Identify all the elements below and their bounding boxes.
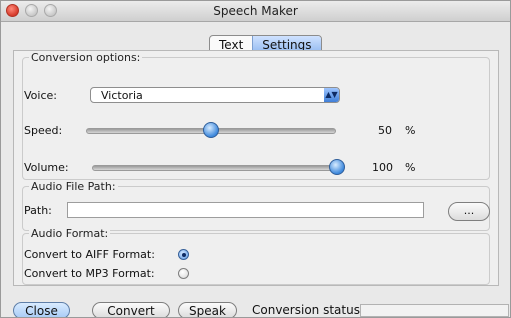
- speed-label: Speed:: [24, 124, 63, 137]
- chevron-up-down-icon: ▲▼: [324, 88, 339, 102]
- volume-unit: %: [405, 161, 416, 174]
- conversion-options-label: Conversion options:: [29, 51, 143, 64]
- convert-button[interactable]: Convert: [92, 302, 170, 317]
- aiff-format-radio[interactable]: [178, 249, 189, 260]
- settings-panel: Conversion options: Voice: Victoria ▲▼ S…: [13, 50, 499, 286]
- volume-slider-thumb[interactable]: [329, 159, 345, 175]
- conversion-status-label: Conversion status:: [252, 303, 365, 317]
- speed-value: 50: [378, 124, 392, 137]
- path-input[interactable]: [67, 202, 424, 218]
- voice-select-value: Victoria: [101, 89, 143, 102]
- browse-button[interactable]: ...: [448, 202, 490, 221]
- path-label: Path:: [24, 204, 52, 217]
- close-button[interactable]: Close: [13, 302, 70, 317]
- mp3-format-label: Convert to MP3 Format:: [24, 267, 155, 280]
- speed-slider-thumb[interactable]: [203, 122, 219, 138]
- conversion-status-bar: [360, 304, 509, 317]
- voice-label: Voice:: [24, 89, 57, 102]
- audio-file-path-label: Audio File Path:: [29, 180, 118, 193]
- volume-label: Volume:: [24, 161, 69, 174]
- aiff-format-label: Convert to AIFF Format:: [24, 248, 155, 261]
- speed-unit: %: [405, 124, 416, 137]
- window-title: Speech Maker: [213, 4, 298, 18]
- conversion-options-group: Conversion options: Voice: Victoria ▲▼ S…: [22, 51, 490, 180]
- volume-slider[interactable]: [92, 165, 338, 171]
- speak-button[interactable]: Speak: [178, 302, 237, 317]
- audio-format-label: Audio Format:: [29, 227, 111, 240]
- title-bar: Speech Maker: [1, 1, 510, 22]
- speech-maker-window: Speech Maker Text Settings Conversion op…: [0, 0, 511, 318]
- volume-value: 100: [372, 161, 393, 174]
- mp3-format-radio[interactable]: [178, 268, 189, 279]
- voice-select[interactable]: Victoria ▲▼: [90, 87, 340, 103]
